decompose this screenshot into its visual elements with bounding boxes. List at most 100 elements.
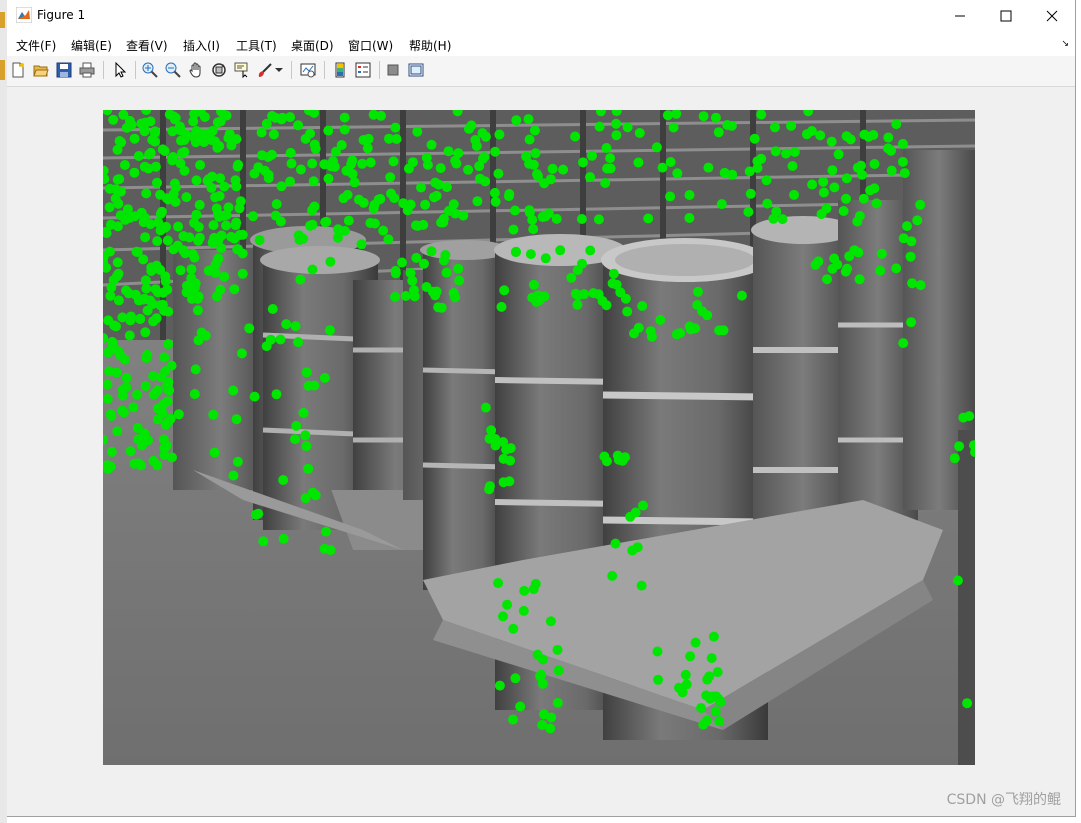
feature-point (533, 171, 543, 182)
feature-point (528, 224, 539, 235)
feature-point (129, 133, 140, 144)
close-button[interactable] (1029, 0, 1075, 31)
feature-point (228, 470, 239, 481)
feature-point (229, 233, 240, 244)
menu-insert[interactable]: 插入(I) (183, 37, 220, 54)
feature-point (443, 146, 454, 157)
feature-point (325, 325, 335, 336)
feature-point (692, 300, 703, 310)
feature-point (708, 631, 719, 642)
zoom-out-icon[interactable] (163, 60, 183, 80)
feature-point (368, 203, 379, 214)
menu-bar: 文件(F) 编辑(E) 查看(V) 插入(I) 工具(T) 桌面(D) 窗口(W… (7, 31, 1075, 56)
feature-point (286, 158, 297, 169)
feature-point (145, 219, 156, 230)
menu-desktop[interactable]: 桌面(D) (291, 37, 334, 54)
feature-point (849, 245, 860, 256)
feature-point (173, 221, 184, 232)
feature-point (530, 148, 541, 159)
feature-point (212, 291, 222, 302)
feature-point (412, 126, 423, 137)
title-bar[interactable]: Figure 1 (7, 0, 1075, 31)
new-figure-icon[interactable] (8, 60, 28, 80)
feature-point (770, 146, 781, 157)
pan-hand-icon[interactable] (186, 60, 206, 80)
feature-point (902, 221, 912, 232)
feature-point (761, 175, 772, 186)
feature-point (815, 130, 826, 141)
feature-point (552, 644, 563, 655)
feature-point (270, 112, 281, 123)
rotate-3d-icon[interactable] (209, 60, 229, 80)
feature-point (634, 128, 645, 138)
feature-point (285, 176, 296, 187)
feature-point (547, 163, 558, 174)
feature-point (150, 126, 161, 137)
feature-point (769, 122, 780, 133)
feature-point (104, 246, 115, 257)
feature-point (508, 224, 519, 235)
feature-point (525, 249, 536, 260)
feature-point (155, 208, 166, 219)
print-icon[interactable] (77, 60, 97, 80)
insert-colorbar-icon[interactable] (330, 60, 350, 80)
feature-point (537, 678, 548, 689)
feature-point (710, 112, 721, 123)
brush-dropdown-icon[interactable] (274, 60, 284, 80)
feature-point (578, 157, 588, 168)
feature-point (826, 136, 837, 147)
feature-point (710, 706, 721, 717)
maximize-button[interactable] (983, 0, 1029, 31)
feature-point (479, 152, 490, 162)
feature-point (390, 122, 401, 133)
feature-point (110, 184, 121, 195)
feature-point (256, 127, 267, 138)
feature-point (949, 453, 960, 464)
save-icon[interactable] (54, 60, 74, 80)
hide-plot-tools-icon[interactable] (383, 60, 403, 80)
feature-point (300, 133, 311, 144)
feature-point (897, 156, 908, 167)
feature-point (611, 279, 622, 290)
feature-point (719, 167, 730, 178)
menu-help[interactable]: 帮助(H) (409, 37, 451, 54)
feature-point (636, 580, 647, 591)
minimize-button[interactable] (937, 0, 983, 31)
feature-point (163, 306, 174, 317)
menu-file[interactable]: 文件(F) (16, 37, 56, 54)
insert-legend-icon[interactable] (353, 60, 373, 80)
select-arrow-icon[interactable] (110, 60, 130, 80)
data-cursor-icon[interactable] (232, 60, 252, 80)
menu-view[interactable]: 查看(V) (126, 37, 168, 54)
feature-point (786, 120, 797, 131)
feature-point (498, 611, 508, 622)
feature-point (859, 129, 870, 140)
feature-point (271, 389, 282, 400)
feature-point (300, 493, 311, 504)
feature-point (159, 352, 170, 363)
feature-point (307, 158, 318, 169)
feature-point (230, 175, 241, 186)
dock-arrow-icon[interactable]: ↘ (1061, 39, 1069, 49)
open-file-icon[interactable] (31, 60, 51, 80)
feature-point (291, 420, 302, 431)
feature-point (515, 701, 526, 712)
link-plot-icon[interactable] (298, 60, 318, 80)
feature-point (112, 144, 123, 155)
feature-point (165, 413, 176, 424)
feature-point (537, 654, 548, 665)
feature-point (328, 156, 338, 167)
feature-point (869, 183, 880, 194)
feature-point (105, 290, 116, 301)
zoom-in-icon[interactable] (140, 60, 160, 80)
show-plot-tools-icon[interactable] (406, 60, 426, 80)
menu-tools[interactable]: 工具(T) (236, 37, 277, 54)
menu-edit[interactable]: 编辑(E) (71, 37, 112, 54)
feature-point (551, 213, 562, 224)
brush-icon[interactable] (255, 60, 275, 80)
feature-point (175, 265, 186, 276)
menu-window[interactable]: 窗口(W) (348, 37, 393, 54)
toolbar-separator (379, 61, 380, 79)
feature-point (480, 402, 491, 413)
feature-point (585, 172, 596, 183)
